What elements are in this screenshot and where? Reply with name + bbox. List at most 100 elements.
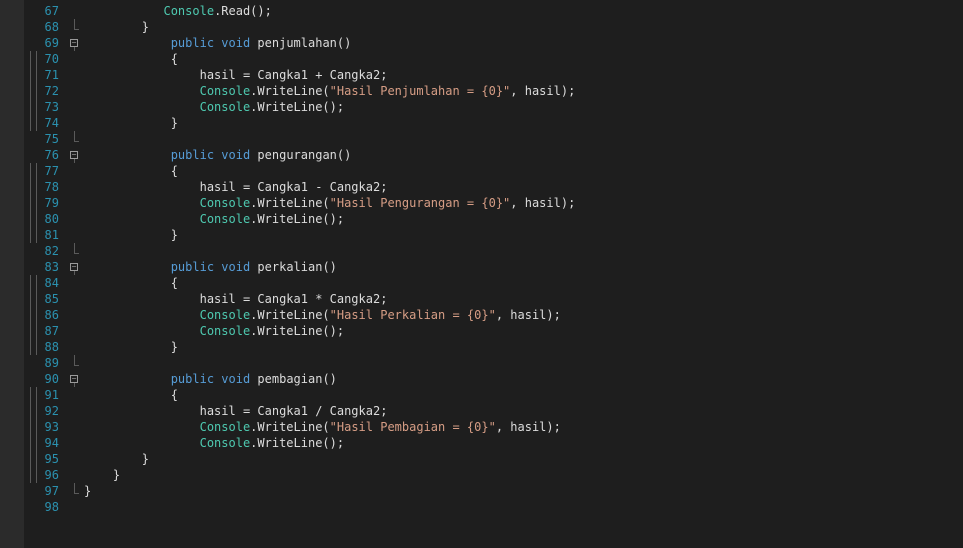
code-line[interactable]: 71 hasil = Cangka1 + Cangka2;: [24, 67, 963, 83]
fold-guide: [30, 275, 37, 291]
code-token: , hasil);: [495, 308, 561, 322]
fold-guide-line: [36, 67, 37, 83]
fold-guide: [68, 243, 82, 259]
code-line[interactable]: 90 − public void pembagian(): [24, 371, 963, 387]
code-text[interactable]: Console.WriteLine();: [84, 99, 345, 115]
code-text[interactable]: {: [84, 51, 178, 67]
code-text[interactable]: public void pengurangan(): [84, 147, 352, 163]
line-number: 97: [44, 484, 59, 498]
code-text[interactable]: }: [84, 451, 149, 467]
code-token: hasil = Cangka1 - Cangka2;: [199, 180, 388, 194]
code-text[interactable]: Console.WriteLine("Hasil Penjumlahan = {…: [84, 83, 576, 99]
fold-guide: [30, 323, 37, 339]
code-line[interactable]: 74 }: [24, 115, 963, 131]
code-text[interactable]: }: [84, 227, 178, 243]
code-line[interactable]: 85 hasil = Cangka1 * Cangka2;: [24, 291, 963, 307]
code-line[interactable]: 70 {: [24, 51, 963, 67]
fold-guide-line: [36, 99, 37, 115]
code-token: Console: [163, 4, 215, 18]
code-text[interactable]: }: [84, 483, 91, 499]
code-token: }: [141, 20, 150, 34]
fold-toggle[interactable]: −: [68, 371, 82, 387]
collapse-toggle-icon[interactable]: −: [70, 39, 78, 47]
code-text[interactable]: }: [84, 467, 120, 483]
code-text[interactable]: Console.WriteLine("Hasil Perkalian = {0}…: [84, 307, 561, 323]
code-text[interactable]: Console.Read();: [84, 3, 271, 19]
code-token: "Hasil Penjumlahan = {0}": [329, 84, 511, 98]
code-line[interactable]: 98: [24, 499, 963, 515]
fold-guide-line: [36, 211, 37, 227]
code-line[interactable]: 83 − public void perkalian(): [24, 259, 963, 275]
code-line[interactable]: 93 Console.WriteLine("Hasil Pembagian = …: [24, 419, 963, 435]
code-token: "Hasil Pengurangan = {0}": [329, 196, 511, 210]
code-text[interactable]: }: [84, 339, 178, 355]
code-text[interactable]: }: [84, 19, 149, 35]
code-token: , hasil);: [510, 196, 576, 210]
code-text[interactable]: Console.WriteLine();: [84, 435, 345, 451]
fold-toggle[interactable]: −: [68, 259, 82, 275]
code-text[interactable]: {: [84, 275, 178, 291]
code-token: .WriteLine();: [250, 212, 345, 226]
fold-guide-line: [36, 467, 37, 483]
fold-toggle[interactable]: −: [68, 147, 82, 163]
code-line[interactable]: 91 {: [24, 387, 963, 403]
fold-toggle[interactable]: −: [68, 35, 82, 51]
code-area[interactable]: 67 Console.Read(); 68 } 69− public void pe…: [24, 3, 963, 515]
code-text[interactable]: hasil = Cangka1 + Cangka2;: [84, 67, 388, 83]
code-line[interactable]: 84 {: [24, 275, 963, 291]
code-text[interactable]: hasil = Cangka1 - Cangka2;: [84, 179, 388, 195]
fold-guide-line: [36, 451, 37, 467]
code-line[interactable]: 81 }: [24, 227, 963, 243]
code-token: }: [170, 116, 178, 130]
code-line[interactable]: 73 Console.WriteLine();: [24, 99, 963, 115]
code-line[interactable]: 80 Console.WriteLine();: [24, 211, 963, 227]
code-line[interactable]: 75: [24, 131, 963, 147]
code-line[interactable]: 77 {: [24, 163, 963, 179]
code-line[interactable]: 72 Console.WriteLine("Hasil Penjumlahan …: [24, 83, 963, 99]
code-line[interactable]: 88 }: [24, 339, 963, 355]
code-line[interactable]: 92 hasil = Cangka1 / Cangka2;: [24, 403, 963, 419]
code-text[interactable]: Console.WriteLine("Hasil Pembagian = {0}…: [84, 419, 561, 435]
code-text[interactable]: Console.WriteLine();: [84, 323, 345, 339]
code-token: void: [221, 260, 251, 274]
code-line[interactable]: 97}: [24, 483, 963, 499]
code-token: public: [170, 148, 215, 162]
code-text[interactable]: {: [84, 163, 178, 179]
code-text[interactable]: public void perkalian(): [84, 259, 337, 275]
code-line[interactable]: 94 Console.WriteLine();: [24, 435, 963, 451]
collapse-toggle-icon[interactable]: −: [70, 263, 78, 271]
fold-guide: [30, 387, 37, 403]
code-text[interactable]: Console.WriteLine();: [84, 211, 345, 227]
fold-guide: [30, 211, 37, 227]
fold-guide-line: [36, 419, 37, 435]
code-line[interactable]: 68 }: [24, 19, 963, 35]
fold-guide-line: [36, 275, 37, 291]
code-line[interactable]: 87 Console.WriteLine();: [24, 323, 963, 339]
fold-guide-line: [36, 83, 37, 99]
code-line[interactable]: 82: [24, 243, 963, 259]
code-line[interactable]: 89: [24, 355, 963, 371]
code-line[interactable]: 79 Console.WriteLine("Hasil Pengurangan …: [24, 195, 963, 211]
code-line[interactable]: 69 − public void penjumlahan(): [24, 35, 963, 51]
code-editor[interactable]: 67 Console.Read(); 68 } 69− public void pe…: [0, 0, 963, 548]
code-text[interactable]: public void pembagian(): [84, 371, 337, 387]
code-token: Console: [199, 84, 251, 98]
collapse-toggle-icon[interactable]: −: [70, 151, 78, 159]
code-line[interactable]: 95 }: [24, 451, 963, 467]
code-text[interactable]: {: [84, 387, 178, 403]
code-text[interactable]: hasil = Cangka1 / Cangka2;: [84, 403, 388, 419]
fold-guide: [30, 179, 37, 195]
code-line[interactable]: 76 − public void pengurangan(): [24, 147, 963, 163]
fold-guide-line: [36, 387, 37, 403]
code-line[interactable]: 78 hasil = Cangka1 - Cangka2;: [24, 179, 963, 195]
code-text[interactable]: Console.WriteLine("Hasil Pengurangan = {…: [84, 195, 576, 211]
code-text[interactable]: hasil = Cangka1 * Cangka2;: [84, 291, 388, 307]
collapse-toggle-icon[interactable]: −: [70, 375, 78, 383]
code-text[interactable]: }: [84, 115, 178, 131]
code-line[interactable]: 96 }: [24, 467, 963, 483]
fold-guide-line: [74, 19, 75, 29]
code-text[interactable]: public void penjumlahan(): [84, 35, 352, 51]
code-token: public: [170, 36, 215, 50]
code-line[interactable]: 67 Console.Read();: [24, 3, 963, 19]
code-line[interactable]: 86 Console.WriteLine("Hasil Perkalian = …: [24, 307, 963, 323]
